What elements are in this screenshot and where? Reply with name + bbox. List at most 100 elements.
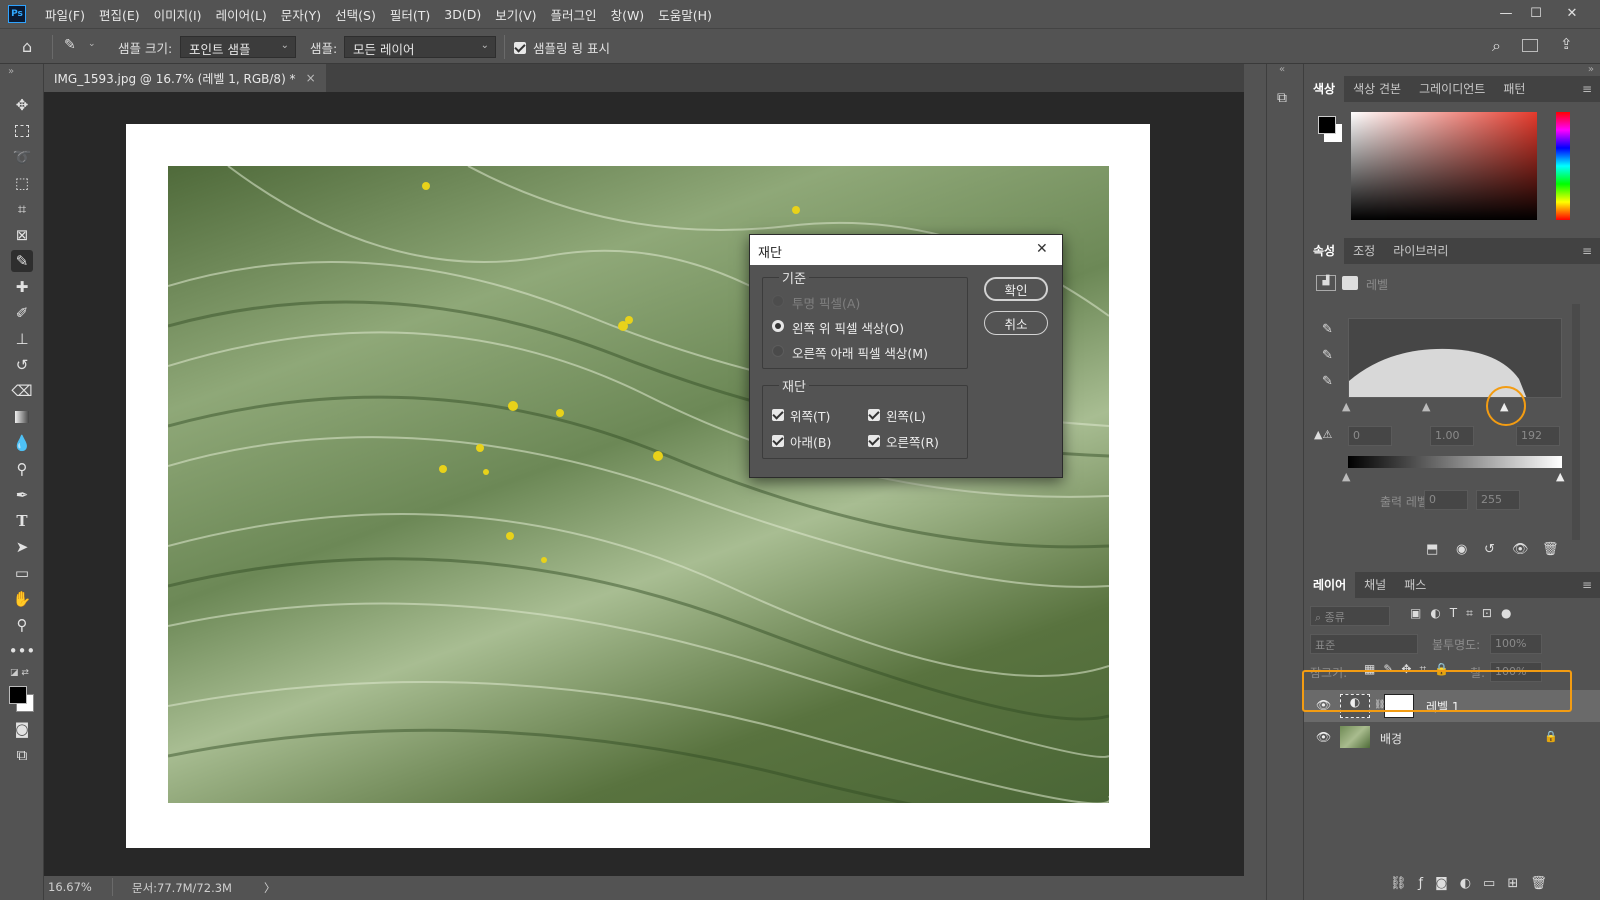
layer-filter-icons[interactable]: ▣◐T⌗⊡● bbox=[1410, 606, 1520, 621]
gray-eyedropper-icon[interactable]: ✎ bbox=[1322, 348, 1333, 363]
eyedropper-icon[interactable]: ✎ bbox=[64, 37, 84, 57]
home-icon[interactable]: ⌂ bbox=[22, 37, 42, 57]
blur-tool-icon[interactable]: 💧 bbox=[11, 432, 33, 454]
tab-gradients[interactable]: 그레이디언트 bbox=[1410, 76, 1494, 102]
blend-mode-select[interactable]: 표준 bbox=[1310, 634, 1418, 654]
foreground-color-swatch[interactable] bbox=[1318, 116, 1336, 134]
zoom-level[interactable]: 16.67% bbox=[48, 880, 92, 894]
menu-image[interactable]: 이미지(I) bbox=[147, 5, 209, 24]
frame-tool-icon[interactable]: ⊠ bbox=[11, 224, 33, 246]
workspace-icon[interactable] bbox=[1522, 39, 1538, 52]
layer-filter-select[interactable]: ⌕ 종류 bbox=[1310, 606, 1390, 626]
menu-3d[interactable]: 3D(D) bbox=[437, 7, 488, 22]
menu-filter[interactable]: 필터(T) bbox=[383, 5, 437, 24]
chevron-down-icon[interactable]: ⌄ bbox=[88, 39, 96, 49]
opacity-field[interactable]: 100% bbox=[1490, 634, 1542, 654]
menu-layer[interactable]: 레이어(L) bbox=[209, 5, 274, 24]
menu-window[interactable]: 창(W) bbox=[604, 5, 652, 24]
checkbox-right[interactable] bbox=[868, 433, 880, 447]
output-black-slider[interactable]: ▲ bbox=[1342, 470, 1350, 483]
menu-type[interactable]: 문자(Y) bbox=[274, 5, 328, 24]
tab-color[interactable]: 색상 bbox=[1304, 76, 1345, 102]
properties-scrollbar[interactable] bbox=[1572, 304, 1580, 540]
layer-row-background[interactable]: 👁 배경 🔒 bbox=[1304, 722, 1600, 754]
search-icon[interactable]: ⌕ bbox=[1492, 36, 1501, 56]
status-menu-arrow[interactable]: 〉 bbox=[264, 880, 276, 896]
visibility-eye-icon[interactable]: 👁 bbox=[1316, 730, 1331, 744]
hand-tool-icon[interactable]: ✋ bbox=[11, 588, 33, 610]
ok-button[interactable]: 확인 bbox=[984, 277, 1048, 301]
default-colors-icon[interactable]: ◪ ⇄ bbox=[10, 668, 29, 678]
collapse-icon[interactable]: » bbox=[1588, 64, 1594, 75]
input-gamma-field[interactable]: 1.00 bbox=[1430, 426, 1474, 446]
view-previous-icon[interactable]: ◉ bbox=[1456, 542, 1467, 557]
tab-adjustments[interactable]: 조정 bbox=[1344, 238, 1384, 264]
input-white-field[interactable]: 192 bbox=[1516, 426, 1560, 446]
eyedropper-tool-icon[interactable]: ✎ bbox=[11, 250, 33, 272]
move-tool-icon[interactable]: ✥ bbox=[11, 94, 33, 116]
tab-channels[interactable]: 채널 bbox=[1355, 572, 1395, 598]
hue-slider[interactable] bbox=[1556, 112, 1570, 220]
radio-bottom-right[interactable] bbox=[772, 345, 784, 357]
foreground-color-swatch[interactable] bbox=[9, 686, 27, 704]
black-eyedropper-icon[interactable]: ✎ bbox=[1322, 322, 1333, 337]
document-tab[interactable]: IMG_1593.jpg @ 16.7% (레벨 1, RGB/8) * × bbox=[44, 64, 326, 92]
screen-mode-icon[interactable]: ⧉ bbox=[11, 744, 33, 766]
radio-top-left[interactable] bbox=[772, 320, 784, 332]
path-select-tool-icon[interactable]: ➤ bbox=[11, 536, 33, 558]
visibility-eye-icon[interactable]: 👁 bbox=[1512, 542, 1529, 557]
marquee-tool-icon[interactable] bbox=[11, 120, 33, 142]
checkbox-bottom[interactable] bbox=[772, 433, 784, 447]
tab-paths[interactable]: 패스 bbox=[1395, 572, 1435, 598]
gradient-tool-icon[interactable] bbox=[11, 406, 33, 428]
menu-file[interactable]: 파일(F) bbox=[38, 5, 92, 24]
menu-help[interactable]: 도움말(H) bbox=[651, 5, 719, 24]
close-icon[interactable]: ✕ bbox=[1036, 241, 1048, 257]
show-ring-checkbox[interactable] bbox=[514, 40, 526, 54]
clip-to-layer-icon[interactable]: ⬒ bbox=[1426, 542, 1438, 557]
brush-tool-icon[interactable]: ✐ bbox=[11, 302, 33, 324]
panel-menu-icon[interactable]: ≡ bbox=[1582, 82, 1592, 96]
history-panel-icon[interactable]: ⧉ bbox=[1277, 90, 1287, 106]
object-select-tool-icon[interactable]: ⬚ bbox=[11, 172, 33, 194]
layer-action-icons[interactable]: ⛓ƒ◙◐▭⊞🗑 bbox=[1390, 876, 1559, 891]
zoom-tool-icon[interactable]: ⚲ bbox=[11, 614, 33, 636]
menu-plugins[interactable]: 플러그인 bbox=[544, 5, 604, 24]
output-black-field[interactable]: 0 bbox=[1424, 490, 1468, 510]
dodge-tool-icon[interactable]: ⚲ bbox=[11, 458, 33, 480]
more-tools-icon[interactable]: ••• bbox=[9, 640, 36, 662]
tab-libraries[interactable]: 라이브러리 bbox=[1384, 238, 1457, 264]
type-tool-icon[interactable]: T bbox=[11, 510, 33, 532]
pen-tool-icon[interactable]: ✒ bbox=[11, 484, 33, 506]
color-picker-field[interactable] bbox=[1351, 112, 1537, 220]
panel-menu-icon[interactable]: ≡ bbox=[1582, 244, 1592, 258]
collapse-icon[interactable]: « bbox=[1279, 64, 1285, 75]
sample-size-select[interactable]: 포인트 샘플 ⌄ bbox=[180, 36, 296, 58]
layer-thumbnail[interactable] bbox=[1340, 726, 1370, 748]
input-black-field[interactable]: 0 bbox=[1348, 426, 1392, 446]
input-gamma-slider[interactable]: ▲ bbox=[1422, 400, 1430, 413]
checkbox-left[interactable] bbox=[868, 407, 880, 421]
white-eyedropper-icon[interactable]: ✎ bbox=[1322, 374, 1333, 389]
history-brush-tool-icon[interactable]: ↺ bbox=[11, 354, 33, 376]
maximize-button[interactable]: ☐ bbox=[1522, 2, 1550, 24]
cancel-button[interactable]: 취소 bbox=[984, 311, 1048, 335]
healing-brush-tool-icon[interactable]: ✚ bbox=[11, 276, 33, 298]
tab-properties[interactable]: 속성 bbox=[1304, 238, 1345, 264]
menu-select[interactable]: 선택(S) bbox=[328, 5, 383, 24]
panel-menu-icon[interactable]: ≡ bbox=[1582, 578, 1592, 592]
collapse-icon[interactable]: » bbox=[8, 66, 14, 77]
quick-mask-icon[interactable]: ◙ bbox=[11, 718, 33, 740]
input-black-slider[interactable]: ▲ bbox=[1342, 400, 1350, 413]
crop-tool-icon[interactable]: ⌗ bbox=[11, 198, 33, 220]
eraser-tool-icon[interactable]: ⌫ bbox=[11, 380, 33, 402]
trash-icon[interactable]: 🗑 bbox=[1542, 542, 1559, 557]
reset-icon[interactable]: ↺ bbox=[1484, 542, 1495, 557]
radio-transparent[interactable] bbox=[772, 295, 784, 307]
close-window-button[interactable]: ✕ bbox=[1558, 2, 1586, 24]
share-icon[interactable]: ⇪ bbox=[1560, 35, 1573, 53]
minimize-button[interactable]: — bbox=[1492, 2, 1520, 24]
tab-patterns[interactable]: 패턴 bbox=[1494, 76, 1534, 102]
sample-select[interactable]: 모든 레이어 ⌄ bbox=[344, 36, 496, 58]
close-tab-icon[interactable]: × bbox=[306, 71, 316, 85]
